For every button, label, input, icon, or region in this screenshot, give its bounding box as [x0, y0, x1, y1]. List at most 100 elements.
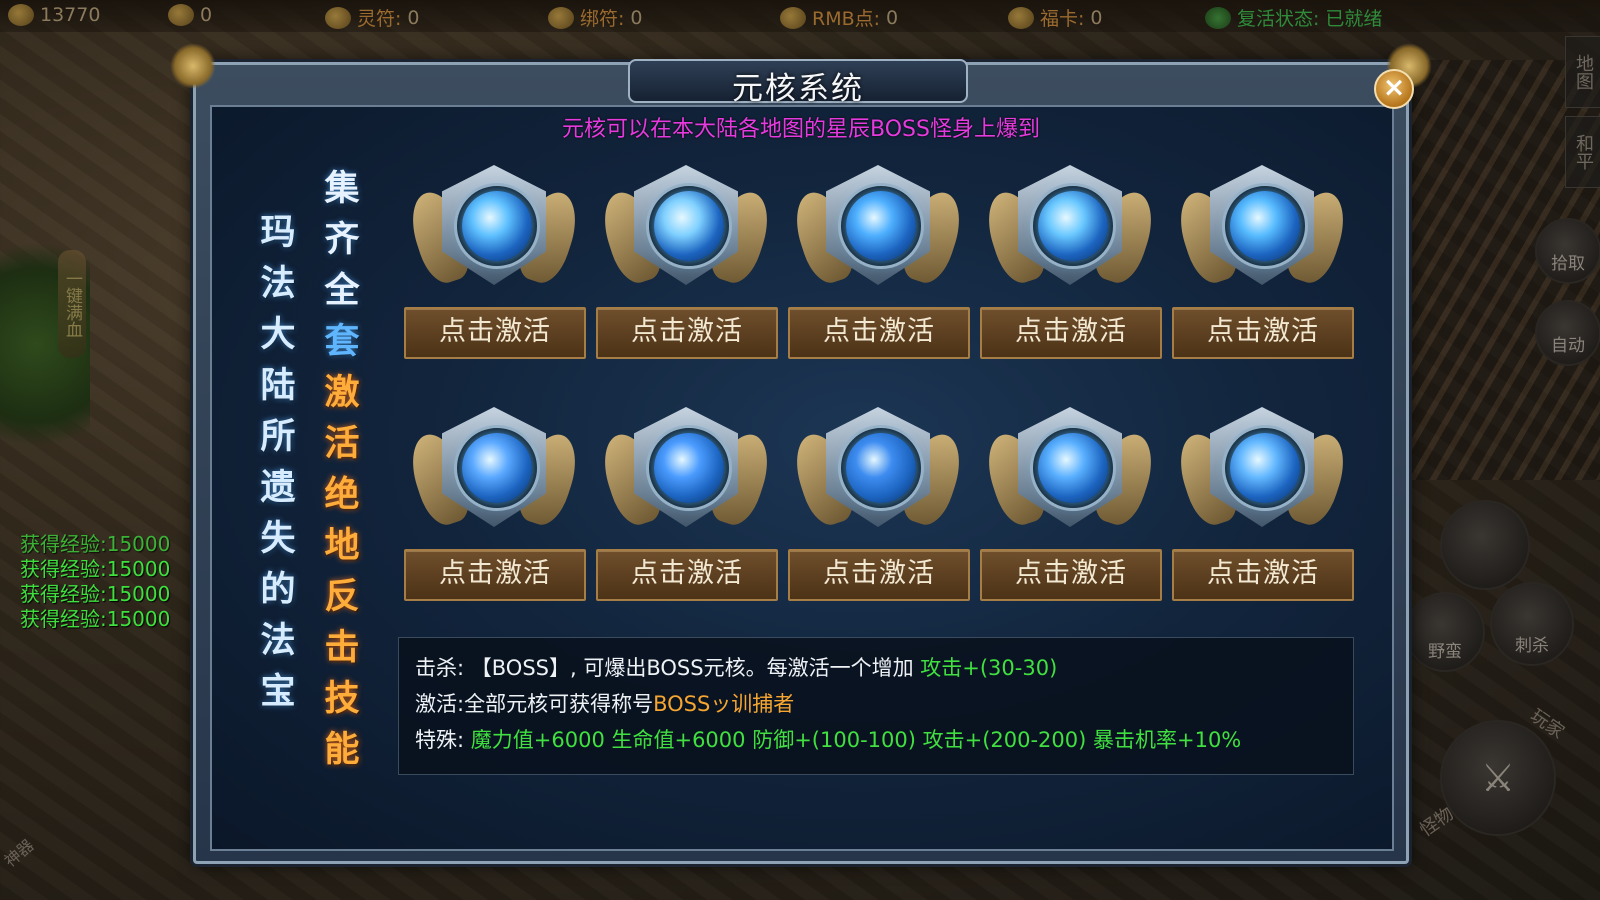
pickup-button[interactable]: 拾取	[1535, 218, 1600, 284]
core-slot: 点击激活	[402, 155, 586, 405]
skill-cisha-button[interactable]: 刺杀	[1490, 582, 1574, 666]
info-activate-title: BOSSッ训捕者	[653, 692, 795, 716]
slogan-char: 集	[324, 168, 360, 209]
core-emblem-icon	[594, 397, 778, 539]
slogan-char: 全	[324, 270, 360, 311]
dialog-subtitle: 元核可以在本大陆各地图的星辰BOSS怪身上爆到	[562, 117, 1040, 142]
dialog-title: 元核系统	[732, 71, 864, 107]
map-button[interactable]: 地图	[1565, 36, 1600, 108]
slogan-char: 地	[324, 525, 360, 566]
slogan-char: 遗	[260, 467, 296, 508]
info-box: 击杀: 【BOSS】, 可爆出BOSS元核。每激活一个增加 攻击+(30-30)…	[398, 637, 1354, 775]
exp-log-line: 获得经验:15000	[20, 607, 171, 631]
slogan-char: 能	[324, 729, 360, 770]
skill-slot-top[interactable]	[1440, 500, 1530, 590]
skill-yeman-button[interactable]: 野蛮	[1405, 592, 1485, 672]
activate-core-button[interactable]: 点击激活	[404, 307, 586, 359]
core-emblem-icon	[1170, 155, 1354, 297]
info-special-stats: 魔力值+6000 生命值+6000 防御+(100-100) 攻击+(200-2…	[470, 728, 1242, 752]
core-orb-icon	[462, 191, 532, 261]
activate-core-button[interactable]: 点击激活	[1172, 307, 1354, 359]
exp-log-line: 获得经验:15000	[20, 532, 171, 556]
rmb-value: 0	[886, 6, 899, 29]
activate-core-button[interactable]: 点击激活	[788, 307, 970, 359]
core-slot: 点击激活	[594, 397, 778, 647]
sword-icon: ⚔	[1480, 756, 1516, 800]
slogan-char: 激	[324, 372, 360, 413]
core-orb-icon	[1230, 191, 1300, 261]
bangfu-counter: 绑符: 0	[548, 4, 643, 31]
slogan-char: 陆	[260, 365, 296, 406]
revive-icon	[1205, 6, 1231, 29]
core-slot: 点击激活	[786, 155, 970, 405]
yuanbao-counter: 0	[168, 4, 212, 26]
skill-yeman-label: 野蛮	[1428, 642, 1462, 662]
core-emblem-icon	[1170, 397, 1354, 539]
activate-core-button[interactable]: 点击激活	[980, 549, 1162, 601]
fuka-counter: 福卡: 0	[1008, 4, 1103, 31]
close-button[interactable]: ×	[1374, 69, 1414, 109]
slogan-char: 宝	[260, 671, 296, 712]
slogan-char: 失	[260, 518, 296, 559]
attack-sword-button[interactable]: ⚔	[1440, 720, 1556, 836]
pickup-label: 拾取	[1551, 254, 1585, 274]
core-orb-icon	[654, 191, 724, 261]
slogan-char: 玛	[260, 212, 296, 253]
core-slot: 点击激活	[402, 397, 586, 647]
info-kill-text: 【BOSS】, 可爆出BOSS元核。每激活一个增加	[470, 656, 914, 680]
yuanhe-system-dialog: 元核系统 × 元核可以在本大陆各地图的星辰BOSS怪身上爆到 玛法大陆所遗失的法…	[170, 43, 1432, 864]
core-orb-icon	[462, 433, 532, 503]
slogan-char: 的	[260, 569, 296, 610]
core-emblem-icon	[978, 397, 1162, 539]
slogan-char: 技	[324, 678, 360, 719]
core-emblem-icon	[786, 155, 970, 297]
yen-icon	[780, 6, 806, 29]
activate-core-button[interactable]: 点击激活	[596, 549, 778, 601]
core-emblem-icon	[978, 155, 1162, 297]
activate-core-button[interactable]: 点击激活	[980, 307, 1162, 359]
gold-icon	[8, 4, 34, 26]
close-icon: ×	[1382, 72, 1406, 103]
slogan-char: 法	[260, 620, 296, 661]
activate-core-button[interactable]: 点击激活	[1172, 549, 1354, 601]
experience-log: 获得经验:15000 获得经验:15000 获得经验:15000 获得经验:15…	[20, 532, 170, 632]
core-emblem-icon	[402, 155, 586, 297]
top-status-bar: 13770 0 灵符: 0 绑符: 0 RMB点: 0 福卡: 0 复活状态: …	[0, 0, 1600, 32]
lingfu-counter: 灵符: 0	[325, 4, 420, 31]
core-orb-icon	[846, 433, 916, 503]
core-slot: 点击激活	[978, 397, 1162, 647]
fuka-label: 福卡:	[1040, 8, 1085, 30]
card-icon	[1008, 6, 1034, 29]
core-orb-icon	[1038, 433, 1108, 503]
fuka-value: 0	[1090, 6, 1103, 29]
lingfu-label: 灵符:	[357, 8, 402, 30]
exp-log-line: 获得经验:15000	[20, 557, 171, 581]
slogan-right-column: 集齐全套激活绝地反击技能	[314, 163, 370, 775]
rmb-counter: RMB点: 0	[780, 4, 898, 31]
slogan-char: 所	[260, 416, 296, 457]
revive-value: 已就绪	[1325, 8, 1383, 30]
auto-button[interactable]: 自动	[1535, 300, 1600, 366]
slogan-char: 活	[324, 423, 360, 464]
info-activate-text: 全部元核可获得称号	[464, 692, 654, 716]
revive-label: 复活状态:	[1237, 8, 1320, 30]
auto-label: 自动	[1551, 336, 1585, 356]
slogan-char: 反	[324, 576, 360, 617]
bangfu-label: 绑符:	[580, 8, 625, 30]
bound-talisman-icon	[548, 6, 574, 29]
activate-core-button[interactable]: 点击激活	[596, 307, 778, 359]
slogan-char: 绝	[324, 474, 360, 515]
quick-heal-tab[interactable]: 一键满血	[58, 250, 86, 358]
slogan-char: 齐	[324, 219, 360, 260]
info-kill-prefix: 击杀:	[415, 656, 465, 680]
activate-core-button[interactable]: 点击激活	[404, 549, 586, 601]
yuanbao-value: 0	[200, 4, 213, 26]
lingfu-value: 0	[407, 6, 420, 29]
activate-core-button[interactable]: 点击激活	[788, 549, 970, 601]
slogan-char: 法	[260, 263, 296, 304]
skill-cisha-label: 刺杀	[1515, 636, 1549, 656]
slogan-char: 击	[324, 627, 360, 668]
rmb-label: RMB点:	[812, 8, 881, 30]
core-slot: 点击激活	[1170, 397, 1354, 647]
peace-mode-button[interactable]: 和平	[1565, 116, 1600, 188]
